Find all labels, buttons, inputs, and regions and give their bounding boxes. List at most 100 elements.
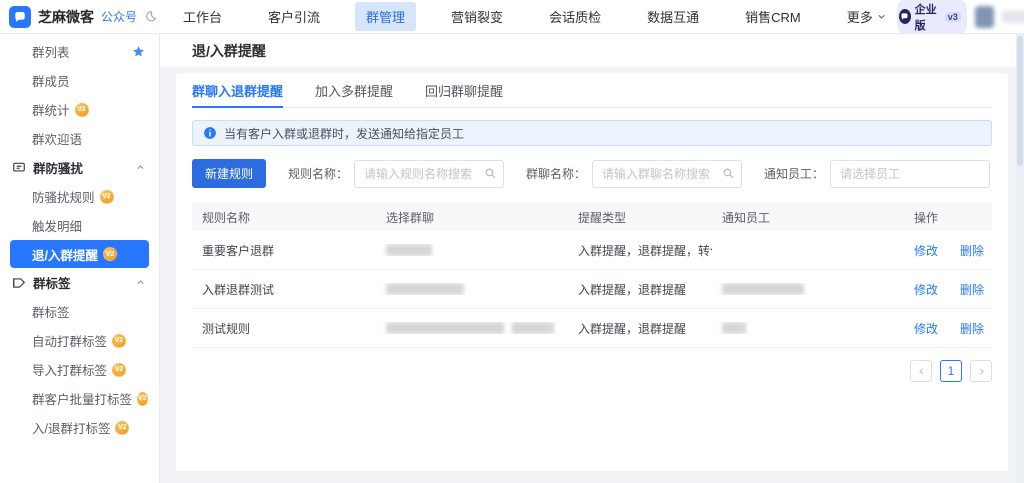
plan-badge: 企业版 v3 <box>896 0 967 35</box>
cell-actions: 修改 删除 <box>904 281 992 298</box>
v2-badge-icon: V2 <box>74 102 89 117</box>
sidebar-item-join-leave-tag[interactable]: 入/退群打标签 V2 <box>0 413 159 442</box>
col-notify-staff: 通知员工 <box>722 210 771 225</box>
next-page-button[interactable] <box>970 360 992 382</box>
app-logo-icon <box>9 5 31 28</box>
content-card: 群聊入退群提醒 加入多群提醒 回归群聊提醒 当有客户入群或退群时，发送通知给指定… <box>176 73 1008 471</box>
rule-name-label: 规则名称： <box>288 167 349 181</box>
v2-badge-icon: V2 <box>112 362 127 377</box>
sidebar: 群列表 群成员 群统计 V2 群欢迎语 群防骚扰 防骚扰规则 V2 触发明细 退… <box>0 34 160 483</box>
tab-multi-group-reminder[interactable]: 加入多群提醒 <box>315 73 393 107</box>
table-row: 重要客户退群 入群提醒，退群提醒，转化... 修改 删除 <box>192 231 992 270</box>
topbar: 芝麻微客 公众号 工作台 客户引流 群管理 营销裂变 会话质检 数据互通 销售C… <box>0 0 1024 35</box>
cell-group-chat-redacted <box>376 283 568 295</box>
sidebar-item-group-list[interactable]: 群列表 <box>0 37 159 66</box>
sidebar-item-auto-tag[interactable]: 自动打群标签 V2 <box>0 326 159 355</box>
v2-badge-icon: V2 <box>102 247 117 261</box>
tab-bar: 群聊入退群提醒 加入多群提醒 回归群聊提醒 <box>192 73 992 108</box>
cell-notify-staff-redacted <box>712 283 904 295</box>
col-rule-name: 规则名称 <box>202 210 251 225</box>
nav-data-interop[interactable]: 数据互通 <box>636 2 710 31</box>
main-area: 退/入群提醒 群聊入退群提醒 加入多群提醒 回归群聊提醒 当有客户入群或退群时，… <box>160 34 1024 483</box>
table-header: 规则名称 选择群聊 提醒类型 通知员工 操作 <box>192 203 992 231</box>
cell-group-chat-redacted <box>376 322 568 334</box>
nav-marketing-fission[interactable]: 营销裂变 <box>440 2 514 31</box>
plan-version-badge: v3 <box>944 11 961 22</box>
username-redacted[interactable] <box>1001 10 1024 23</box>
create-rule-button[interactable]: 新建规则 <box>192 159 267 188</box>
notify-staff-input[interactable] <box>830 159 991 188</box>
brand-name: 芝麻微客 <box>38 8 94 25</box>
sidebar-section-group-tags[interactable]: 群标签 <box>0 268 159 297</box>
v2-badge-icon: V2 <box>137 391 148 406</box>
brand-tag-link[interactable]: 公众号 <box>101 8 137 25</box>
cell-actions: 修改 删除 <box>904 320 992 337</box>
chevron-up-icon[interactable] <box>136 163 145 172</box>
rule-name-search <box>354 159 505 188</box>
table-row: 测试规则 入群提醒，退群提醒 修改 删除 <box>192 309 992 348</box>
info-icon <box>204 127 216 139</box>
nav-sales-crm[interactable]: 销售CRM <box>734 2 812 31</box>
search-icon[interactable] <box>722 167 735 180</box>
sidebar-item-anti-harass-rules[interactable]: 防骚扰规则 V2 <box>0 182 159 211</box>
col-actions: 操作 <box>914 210 939 225</box>
tab-group-join-leave-reminder[interactable]: 群聊入退群提醒 <box>192 73 284 108</box>
table-row: 入群退群测试 入群提醒，退群提醒 修改 删除 <box>192 270 992 309</box>
star-icon[interactable] <box>132 45 145 58</box>
v2-badge-icon: V2 <box>99 189 114 204</box>
sidebar-item-join-leave-reminder[interactable]: 退/入群提醒 V2 <box>10 240 149 268</box>
cell-remind-type: 入群提醒，退群提醒，转化... <box>578 243 712 258</box>
col-remind-type: 提醒类型 <box>578 210 627 225</box>
tab-return-group-reminder[interactable]: 回归群聊提醒 <box>425 73 503 107</box>
nav-customer-acquisition[interactable]: 客户引流 <box>257 2 331 31</box>
delete-link[interactable]: 删除 <box>960 320 984 337</box>
brand-area: 芝麻微客 公众号 <box>0 5 172 28</box>
cell-remind-type: 入群提醒，退群提醒 <box>578 282 687 297</box>
cell-rule-name: 入群退群测试 <box>202 282 275 297</box>
sidebar-item-group-welcome[interactable]: 群欢迎语 <box>0 124 159 153</box>
nav-conversation-qc[interactable]: 会话质检 <box>538 2 612 31</box>
sidebar-item-group-stats[interactable]: 群统计 V2 <box>0 95 159 124</box>
delete-link[interactable]: 删除 <box>960 242 984 259</box>
page-header: 退/入群提醒 <box>160 34 1024 67</box>
edit-link[interactable]: 修改 <box>914 320 938 337</box>
avatar[interactable] <box>974 5 994 28</box>
edit-link[interactable]: 修改 <box>914 242 938 259</box>
dark-mode-icon[interactable] <box>144 10 157 23</box>
group-name-search <box>592 159 743 188</box>
notify-staff-label: 通知员工： <box>764 167 825 181</box>
cell-rule-name: 重要客户退群 <box>202 243 275 258</box>
rule-name-input[interactable] <box>354 159 505 188</box>
page-title: 退/入群提醒 <box>192 42 266 59</box>
nav-more[interactable]: 更多 <box>836 2 897 31</box>
filter-bar: 新建规则 规则名称： 群聊名称： 通知员工： <box>192 159 992 188</box>
cell-remind-type: 入群提醒，退群提醒 <box>578 321 687 336</box>
cell-notify-staff-redacted <box>712 322 904 334</box>
vertical-scrollbar[interactable] <box>1016 34 1024 483</box>
sidebar-section-anti-harassment[interactable]: 群防骚扰 <box>0 153 159 182</box>
search-icon[interactable] <box>484 167 497 180</box>
chevron-left-icon <box>918 367 923 375</box>
prev-page-button[interactable] <box>910 360 932 382</box>
chevron-up-icon[interactable] <box>136 278 145 287</box>
account-area: 企业版 v3 <box>896 0 1024 35</box>
sidebar-item-group-members[interactable]: 群成员 <box>0 66 159 95</box>
rules-table: 规则名称 选择群聊 提醒类型 通知员工 操作 重要客户退群 入群提醒，退群提醒，… <box>192 203 992 348</box>
scrollbar-thumb[interactable] <box>1017 36 1023 166</box>
notify-staff-select <box>830 159 991 188</box>
plan-logo-icon <box>898 9 911 24</box>
delete-link[interactable]: 删除 <box>960 281 984 298</box>
nav-group-management[interactable]: 群管理 <box>355 2 417 31</box>
sidebar-item-trigger-details[interactable]: 触发明细 <box>0 211 159 240</box>
page-number[interactable]: 1 <box>940 360 962 382</box>
edit-link[interactable]: 修改 <box>914 281 938 298</box>
plan-name: 企业版 <box>914 3 937 32</box>
sidebar-item-import-tag[interactable]: 导入打群标签 V2 <box>0 355 159 384</box>
v2-badge-icon: V2 <box>115 420 130 435</box>
pagination: 1 <box>192 360 992 382</box>
info-banner: 当有客户入群或退群时，发送通知给指定员工 <box>192 120 992 146</box>
sidebar-item-group-tag[interactable]: 群标签 <box>0 297 159 326</box>
group-name-input[interactable] <box>592 159 743 188</box>
sidebar-item-batch-tag[interactable]: 群客户批量打标签 V2 <box>0 384 159 413</box>
nav-workbench[interactable]: 工作台 <box>172 2 233 31</box>
